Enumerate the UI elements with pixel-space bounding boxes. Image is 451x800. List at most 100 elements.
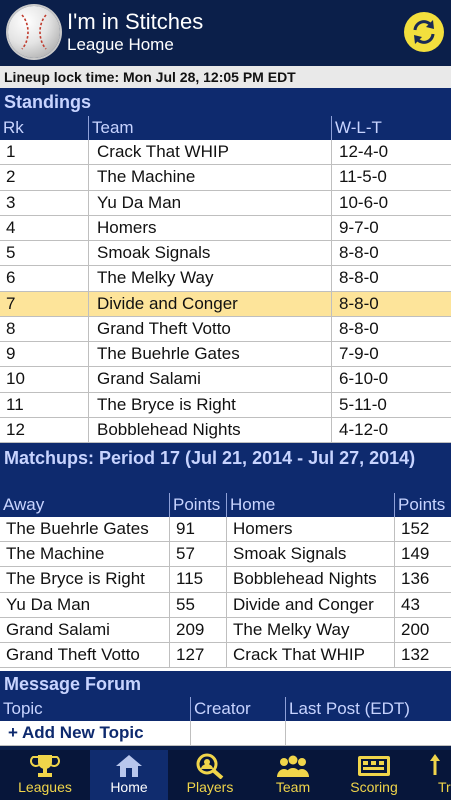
col-away-points[interactable]: Points xyxy=(170,493,227,517)
forum-lastpost-cell xyxy=(286,721,451,745)
matchup-away-team[interactable]: Grand Salami xyxy=(0,617,170,642)
standings-row[interactable]: 9 The Buehrle Gates 7-9-0 xyxy=(0,342,451,368)
matchup-home-points: 200 xyxy=(401,619,430,639)
standings-row[interactable]: 3 Yu Da Man 10-6-0 xyxy=(0,190,451,216)
standings-row[interactable]: 2 The Machine 11-5-0 xyxy=(0,165,451,191)
standings-team[interactable]: Bobblehead Nights xyxy=(89,417,332,442)
standings-team[interactable]: Smoak Signals xyxy=(89,241,332,266)
col-wlt[interactable]: W-L-T xyxy=(332,116,451,140)
standings-team[interactable]: The Buehrle Gates xyxy=(89,342,332,367)
matchup-away-team[interactable]: The Machine xyxy=(0,542,170,567)
tab-home-label: Home xyxy=(110,779,148,795)
standings-record: 8-8-0 xyxy=(339,293,379,313)
lock-time: Mon Jul 28, 12:05 PM EDT xyxy=(123,69,296,85)
standings-row[interactable]: 6 The Melky Way 8-8-0 xyxy=(0,266,451,292)
col-home-points[interactable]: Points xyxy=(395,493,451,517)
matchup-home-team[interactable]: Crack That WHIP xyxy=(227,642,395,668)
tab-leagues-label: Leagues xyxy=(18,779,72,795)
standings-team[interactable]: Homers xyxy=(89,215,332,240)
matchup-away-team[interactable]: The Buehrle Gates xyxy=(0,517,170,542)
col-last-post[interactable]: Last Post (EDT) xyxy=(286,697,451,721)
matchup-away-points: 91 xyxy=(170,517,227,542)
baseball-icon[interactable] xyxy=(8,6,60,58)
matchup-home-points: 43 xyxy=(401,594,420,614)
matchup-home-team[interactable]: Bobblehead Nights xyxy=(227,567,395,592)
matchup-home-points: 132 xyxy=(401,644,430,664)
matchup-away-team[interactable]: The Bryce is Right xyxy=(0,567,170,592)
matchup-row[interactable]: Grand Theft Votto 127 Crack That WHIP 132 xyxy=(0,642,451,669)
matchup-row[interactable]: The Bryce is Right 115 Bobblehead Nights 13… xyxy=(0,567,451,593)
col-creator[interactable]: Creator xyxy=(191,697,286,721)
player-search-icon xyxy=(196,753,224,779)
standings-rank: 5 xyxy=(0,241,89,266)
standings-row[interactable]: 4 Homers 9-7-0 xyxy=(0,215,451,241)
tab-scoring[interactable]: Scoring xyxy=(334,750,414,800)
standings-row[interactable]: 10 Grand Salami 6-10-0 xyxy=(0,367,451,393)
matchup-row[interactable]: Yu Da Man 55 Divide and Conger 43 xyxy=(0,592,451,618)
matchups-section-header: Matchups: Period 17 (Jul 21, 2014 - Jul … xyxy=(0,443,451,493)
app-subtitle: League Home xyxy=(67,35,174,54)
standings-team[interactable]: Yu Da Man xyxy=(89,190,332,215)
standings-row[interactable]: 12 Bobblehead Nights 4-12-0 xyxy=(0,417,451,443)
col-home[interactable]: Home xyxy=(227,493,395,517)
tab-leagues[interactable]: Leagues xyxy=(0,750,90,800)
standings-record: 7-9-0 xyxy=(339,344,379,363)
matchup-away-team[interactable]: Grand Theft Votto xyxy=(0,642,170,668)
standings-rank: 10 xyxy=(0,367,89,392)
standings-row[interactable]: 1 Crack That WHIP 12-4-0 xyxy=(0,140,451,166)
standings-row[interactable]: 8 Grand Theft Votto 8-8-0 xyxy=(0,316,451,342)
matchup-away-points: 55 xyxy=(170,592,227,617)
col-topic[interactable]: Topic xyxy=(0,697,191,721)
standings-team[interactable]: The Bryce is Right xyxy=(89,392,332,417)
standings-row[interactable]: 5 Smoak Signals 8-8-0 xyxy=(0,241,451,267)
forum-creator-cell xyxy=(191,721,286,745)
app-header: I'm in Stitches League Home xyxy=(0,0,451,66)
tab-team[interactable]: Team xyxy=(252,750,334,800)
trade-icon xyxy=(430,754,440,775)
standings-rank: 2 xyxy=(0,165,89,190)
standings-table: 1 Crack That WHIP 12-4-0 2 The Machine 11-5-0… xyxy=(0,140,451,443)
standings-row[interactable]: 11 The Bryce is Right 5-11-0 xyxy=(0,392,451,418)
standings-column-header: Rk Team W-L-T xyxy=(0,116,451,140)
matchup-home-team[interactable]: Homers xyxy=(227,517,395,542)
standings-record: 11-5-0 xyxy=(339,167,387,187)
tab-players[interactable]: Players xyxy=(168,750,252,800)
standings-rank: 6 xyxy=(0,266,89,291)
standings-section-header: Standings xyxy=(0,88,451,116)
add-topic-link[interactable]: + Add New Topic xyxy=(0,721,191,745)
col-rank[interactable]: Rk xyxy=(0,116,89,140)
standings-team[interactable]: The Melky Way xyxy=(89,266,332,291)
standings-record: 6-10-0 xyxy=(339,369,389,389)
matchups-table: The Buehrle Gates 91 Homers 152 The Machine 5… xyxy=(0,517,451,671)
matchup-row[interactable]: The Buehrle Gates 91 Homers 152 xyxy=(0,517,451,543)
matchup-home-team[interactable]: Smoak Signals xyxy=(227,542,395,567)
standings-team[interactable]: Grand Theft Votto xyxy=(89,316,332,341)
standings-row[interactable]: 7 Divide and Conger 8-8-0 xyxy=(0,291,451,317)
standings-team[interactable]: Grand Salami xyxy=(89,367,332,392)
lock-label: Lineup lock time: xyxy=(4,69,120,85)
lineup-lock-bar: Lineup lock time: Mon Jul 28, 12:05 PM E… xyxy=(0,66,451,88)
bottom-tab-bar: Leagues Home Players Team Scoring Tr xyxy=(0,750,451,800)
tab-scoring-label: Scoring xyxy=(350,779,398,795)
standings-record: 8-8-0 xyxy=(339,318,379,338)
col-team[interactable]: Team xyxy=(89,116,332,140)
standings-team[interactable]: Divide and Conger xyxy=(89,291,332,316)
standings-rank: 1 xyxy=(0,140,89,165)
matchup-away-points: 115 xyxy=(170,567,227,592)
refresh-icon[interactable] xyxy=(404,12,444,52)
matchup-row[interactable]: The Machine 57 Smoak Signals 149 xyxy=(0,542,451,568)
forum-row: + Add New Topic xyxy=(0,721,451,746)
matchup-home-team[interactable]: The Melky Way xyxy=(227,617,395,642)
standings-record: 8-8-0 xyxy=(339,268,379,288)
standings-team[interactable]: The Machine xyxy=(89,165,332,190)
matchup-away-team[interactable]: Yu Da Man xyxy=(0,592,170,617)
team-icon xyxy=(277,755,309,777)
forum-column-header: Topic Creator Last Post (EDT) xyxy=(0,697,451,721)
tab-trades[interactable]: Tr xyxy=(414,750,451,800)
matchup-home-team[interactable]: Divide and Conger xyxy=(227,592,395,617)
tab-trades-label: Tr xyxy=(438,779,451,795)
matchup-row[interactable]: Grand Salami 209 The Melky Way 200 xyxy=(0,617,451,643)
col-away[interactable]: Away xyxy=(0,493,170,517)
tab-home[interactable]: Home xyxy=(90,750,168,800)
standings-team[interactable]: Crack That WHIP xyxy=(89,140,332,165)
